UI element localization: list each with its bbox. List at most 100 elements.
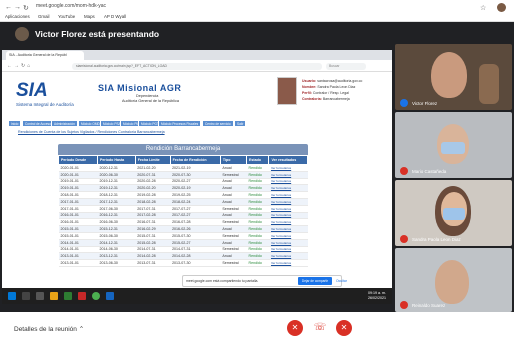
status-cell: Rendido (246, 212, 269, 220)
view-results-link[interactable]: Ver formularios (268, 198, 308, 206)
menu-centro-servicio[interactable]: Centro de servicio (202, 120, 234, 127)
view-results-link[interactable]: Ver formularios (268, 239, 308, 247)
status-cell: Rendido (246, 178, 269, 186)
taskbar-word-icon[interactable] (106, 292, 114, 300)
view-results-link[interactable]: Ver formularios (268, 259, 308, 267)
table-row: 2016-01-01 2016-12-31 2017-02-28 2017-02-27… (58, 212, 308, 220)
bookmark-other[interactable]: AP D Wyall (104, 14, 126, 19)
bookmark-star-icon[interactable]: ☆ (480, 4, 486, 12)
user-name-line: Nombre: Sandra Paola Leon Diaz (302, 85, 356, 89)
table-cell: 2020-07-31 (135, 171, 171, 179)
view-results-link[interactable]: Ver formularios (268, 164, 308, 172)
col-fecha-limite[interactable]: Fecha Límite (134, 155, 171, 165)
stop-sharing-button[interactable]: Dejar de compartir (298, 277, 332, 285)
menu-administracion[interactable]: Administración (51, 120, 78, 127)
menu-inicio[interactable]: Inicio (8, 120, 22, 127)
participant-tile[interactable]: Mario Castañeda (395, 112, 512, 178)
table-cell: 2014-12-31 (97, 239, 136, 247)
camera-off-icon[interactable]: ✕ (336, 320, 352, 336)
taskbar-search-icon[interactable] (22, 292, 30, 300)
profile-avatar[interactable] (497, 3, 506, 12)
table-cell: 2019-12-31 (97, 184, 136, 193)
mic-off-icon[interactable]: ✕ (287, 320, 303, 336)
inner-address-bar[interactable]: siamisional.auditoria.gov.co/main.jsp?_E… (72, 63, 322, 70)
taskbar-chrome-icon[interactable] (92, 292, 100, 300)
view-results-link[interactable]: Ver formularios (268, 178, 308, 186)
view-results-link[interactable]: Ver formularios (268, 218, 308, 227)
table-cell: 2017-06-30 (97, 205, 136, 213)
participant-name: Sandra Paola Leon Diaz (412, 237, 461, 242)
background-guitar (479, 64, 499, 104)
bookmark-gmail[interactable]: Gmail (38, 14, 49, 19)
inner-search-box[interactable]: Buscar (326, 63, 366, 70)
hide-share-bar-button[interactable]: Ocultar (336, 279, 347, 283)
back-icon[interactable]: ← (5, 4, 12, 11)
breadcrumb[interactable]: Rendiciones de Cuenta de los Sujetos Vig… (18, 130, 165, 134)
view-results-link[interactable]: Ver formularios (268, 184, 308, 193)
windows-taskbar (2, 288, 392, 304)
sia-menu-bar: Inicio Control de Acceso Administración … (8, 120, 308, 127)
table-cell: 2015-07-30 (170, 232, 221, 240)
view-results-link[interactable]: Ver formularios (268, 212, 308, 220)
taskbar-excel-icon[interactable] (64, 292, 72, 300)
taskbar-taskview-icon[interactable] (36, 292, 44, 300)
table-row: 2017-01-01 2017-12-31 2018-02-28 2018-02-24… (58, 198, 308, 206)
reload-icon[interactable]: ↻ (23, 4, 29, 12)
taskbar-app-icon[interactable] (78, 292, 86, 300)
face-mask (441, 142, 465, 154)
table-cell: Anual (220, 239, 247, 247)
table-cell: 2014-07-31 (135, 246, 171, 254)
table-cell: 2014-02-28 (135, 252, 171, 261)
view-results-link[interactable]: Ver formularios (268, 246, 308, 254)
view-results-link[interactable]: Ver formularios (268, 232, 308, 240)
table-cell: 2017-01-01 (58, 198, 98, 206)
menu-control-acceso[interactable]: Control de Acceso (22, 120, 54, 127)
table-cell: 2013-06-30 (97, 259, 136, 267)
menu-salir[interactable]: Salir (234, 120, 247, 127)
status-cell: Rendido (246, 171, 269, 179)
table-cell: 2016-07-31 (135, 218, 171, 227)
view-results-link[interactable]: Ver formularios (268, 205, 308, 213)
col-periodo-desde[interactable]: Periodo Desde (58, 155, 98, 165)
view-results-link[interactable]: Ver formularios (268, 225, 308, 233)
participant-tile[interactable]: Reinaldo Suarez (395, 248, 512, 312)
view-results-link[interactable]: Ver formularios (268, 252, 308, 261)
status-cell: Rendido (246, 184, 269, 193)
hangup-icon[interactable]: ☏ (312, 320, 328, 336)
table-cell: 2015-01-01 (58, 232, 98, 240)
col-tipo[interactable]: Tipo (219, 155, 248, 165)
view-results-link[interactable]: Ver formularios (268, 171, 308, 179)
meeting-details-button[interactable]: Detalles de la reunión ⌃ (14, 325, 84, 333)
table-cell: 2014-01-01 (58, 246, 98, 254)
col-estado[interactable]: Estado (245, 155, 270, 165)
bookmark-youtube[interactable]: YouTube (58, 14, 75, 19)
taskbar-clock: 09:19 a. m. 26/02/2021 (368, 291, 386, 300)
table-cell: 2021-02-19 (170, 164, 221, 172)
view-results-link[interactable]: Ver formularios (268, 191, 308, 199)
status-cell: Rendido (246, 259, 269, 267)
forward-icon[interactable]: → (14, 4, 21, 11)
muted-mic-icon (400, 235, 408, 243)
windows-start-icon[interactable] (8, 292, 16, 300)
bookmark-maps[interactable]: Maps (84, 14, 95, 19)
table-row: 2015-01-01 2015-06-30 2015-07-31 2015-07-30… (58, 232, 308, 240)
participant-tile[interactable]: Sandra Paola Leon Diaz (395, 180, 512, 246)
participant-tile[interactable]: Victor Florez (395, 44, 512, 110)
table-cell: 2019-01-01 (58, 178, 98, 186)
col-periodo-hasta[interactable]: Periodo Hasta (97, 155, 136, 165)
table-cell: 2015-02-27 (170, 239, 221, 247)
table-cell: 2015-06-30 (97, 232, 136, 240)
meeting-details-label: Detalles de la reunión (14, 326, 77, 333)
menu-procesos-fiscales[interactable]: Módulo Procesos Fiscales (158, 120, 202, 127)
inner-tab[interactable]: SIA - Auditoria General de la Repúbl (6, 51, 84, 60)
table-cell: 2014-06-30 (97, 246, 136, 254)
table-row: 2017-01-01 2017-06-30 2017-07-31 2017-07-27… (58, 205, 308, 213)
shared-screen[interactable]: SIA - Auditoria General de la Repúbl ←→↻… (2, 50, 392, 304)
bookmark-apps[interactable]: Aplicaciones (5, 14, 30, 19)
taskbar-explorer-icon[interactable] (50, 292, 58, 300)
col-ver-resultados[interactable]: Ver resultados (268, 155, 308, 165)
address-bar[interactable]: meet.google.com/mom-hdk-yac (36, 3, 106, 9)
table-cell: 2015-07-31 (135, 232, 171, 240)
rendiciones-table: Periodo Desde Periodo Hasta Fecha Límite… (58, 155, 308, 267)
col-fecha-rendicion[interactable]: Fecha de Rendición (169, 155, 221, 165)
